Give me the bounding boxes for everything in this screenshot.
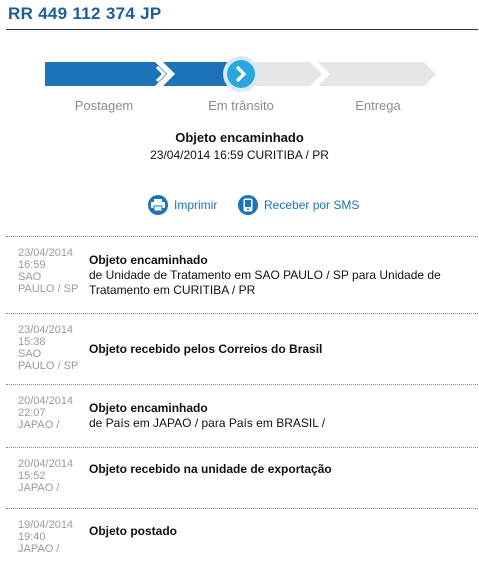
progress-tracker: Postagem Em trânsito Entrega (0, 56, 479, 136)
tracking-code: RR 449 112 374 JP (8, 4, 162, 23)
printer-icon (148, 195, 168, 215)
print-label[interactable]: Imprimir (174, 198, 217, 212)
list-item: 23/04/2014 16:59 SAO PAULO / SP Objeto e… (6, 236, 478, 313)
tracking-events-list: 23/04/2014 16:59 SAO PAULO / SP Objeto e… (6, 236, 478, 565)
event-date: 20/04/2014 22:07 JAPAO / (18, 395, 74, 431)
sms-label[interactable]: Receber por SMS (264, 198, 359, 212)
list-item: 20/04/2014 15:52 JAPAO / Objeto recebido… (6, 447, 478, 508)
progress-step-em-transito (163, 62, 232, 86)
step-label-postagem: Postagem (74, 98, 134, 113)
event-detail: de Unidade de Tratamento em SAO PAULO / … (89, 268, 441, 282)
step-label-entrega: Entrega (355, 98, 401, 113)
event-description: Objeto postado (89, 524, 177, 539)
event-title: Objeto recebido na unidade de exportação (89, 462, 332, 476)
event-description: Objeto recebido pelos Correios do Brasil (89, 342, 322, 357)
progress-step-postagem (45, 62, 167, 86)
status-title: Objeto encaminhado (175, 130, 304, 145)
list-item: 19/04/2014 19:40 JAPAO / Objeto postado (6, 508, 478, 565)
event-description: Objeto recebido na unidade de exportação (89, 462, 332, 477)
event-title: Objeto encaminhado (89, 401, 208, 415)
event-title: Objeto postado (89, 524, 177, 538)
progress-bar-graphic (45, 56, 436, 92)
sms-button[interactable]: Receber por SMS (238, 195, 359, 215)
actions-bar: Imprimir Receber por SMS (0, 195, 479, 219)
event-detail: Tratamento em CURITIBA / PR (89, 283, 256, 297)
event-date: 23/04/2014 15:38 SAO PAULO / SP (18, 324, 79, 372)
progress-step-entrega (318, 62, 436, 86)
progress-step-pending (250, 62, 322, 86)
event-description: Objeto encaminhado de Unidade de Tratame… (89, 253, 441, 298)
event-title: Objeto recebido pelos Correios do Brasil (89, 342, 323, 356)
list-item: 23/04/2014 15:38 SAO PAULO / SP Objeto r… (6, 313, 478, 384)
event-title: Objeto encaminhado (89, 253, 208, 267)
event-date: 23/04/2014 16:59 SAO PAULO / SP (18, 247, 79, 295)
event-description: Objeto encaminhado de País em JAPAO / pa… (89, 401, 325, 431)
step-label-em-transito: Em trânsito (208, 98, 274, 113)
event-date: 20/04/2014 15:52 JAPAO / (18, 458, 74, 494)
title-divider (6, 29, 478, 30)
mobile-phone-icon (238, 195, 258, 215)
current-status: Objeto encaminhado 23/04/2014 16:59 CURI… (0, 130, 479, 162)
list-item: 20/04/2014 22:07 JAPAO / Objeto encaminh… (6, 384, 478, 447)
print-button[interactable]: Imprimir (148, 195, 217, 215)
event-detail: de País em JAPAO / para País em BRASIL / (89, 416, 326, 430)
event-date: 19/04/2014 19:40 JAPAO / (18, 519, 74, 555)
status-datetime-location: 23/04/2014 16:59 CURITIBA / PR (150, 148, 329, 162)
